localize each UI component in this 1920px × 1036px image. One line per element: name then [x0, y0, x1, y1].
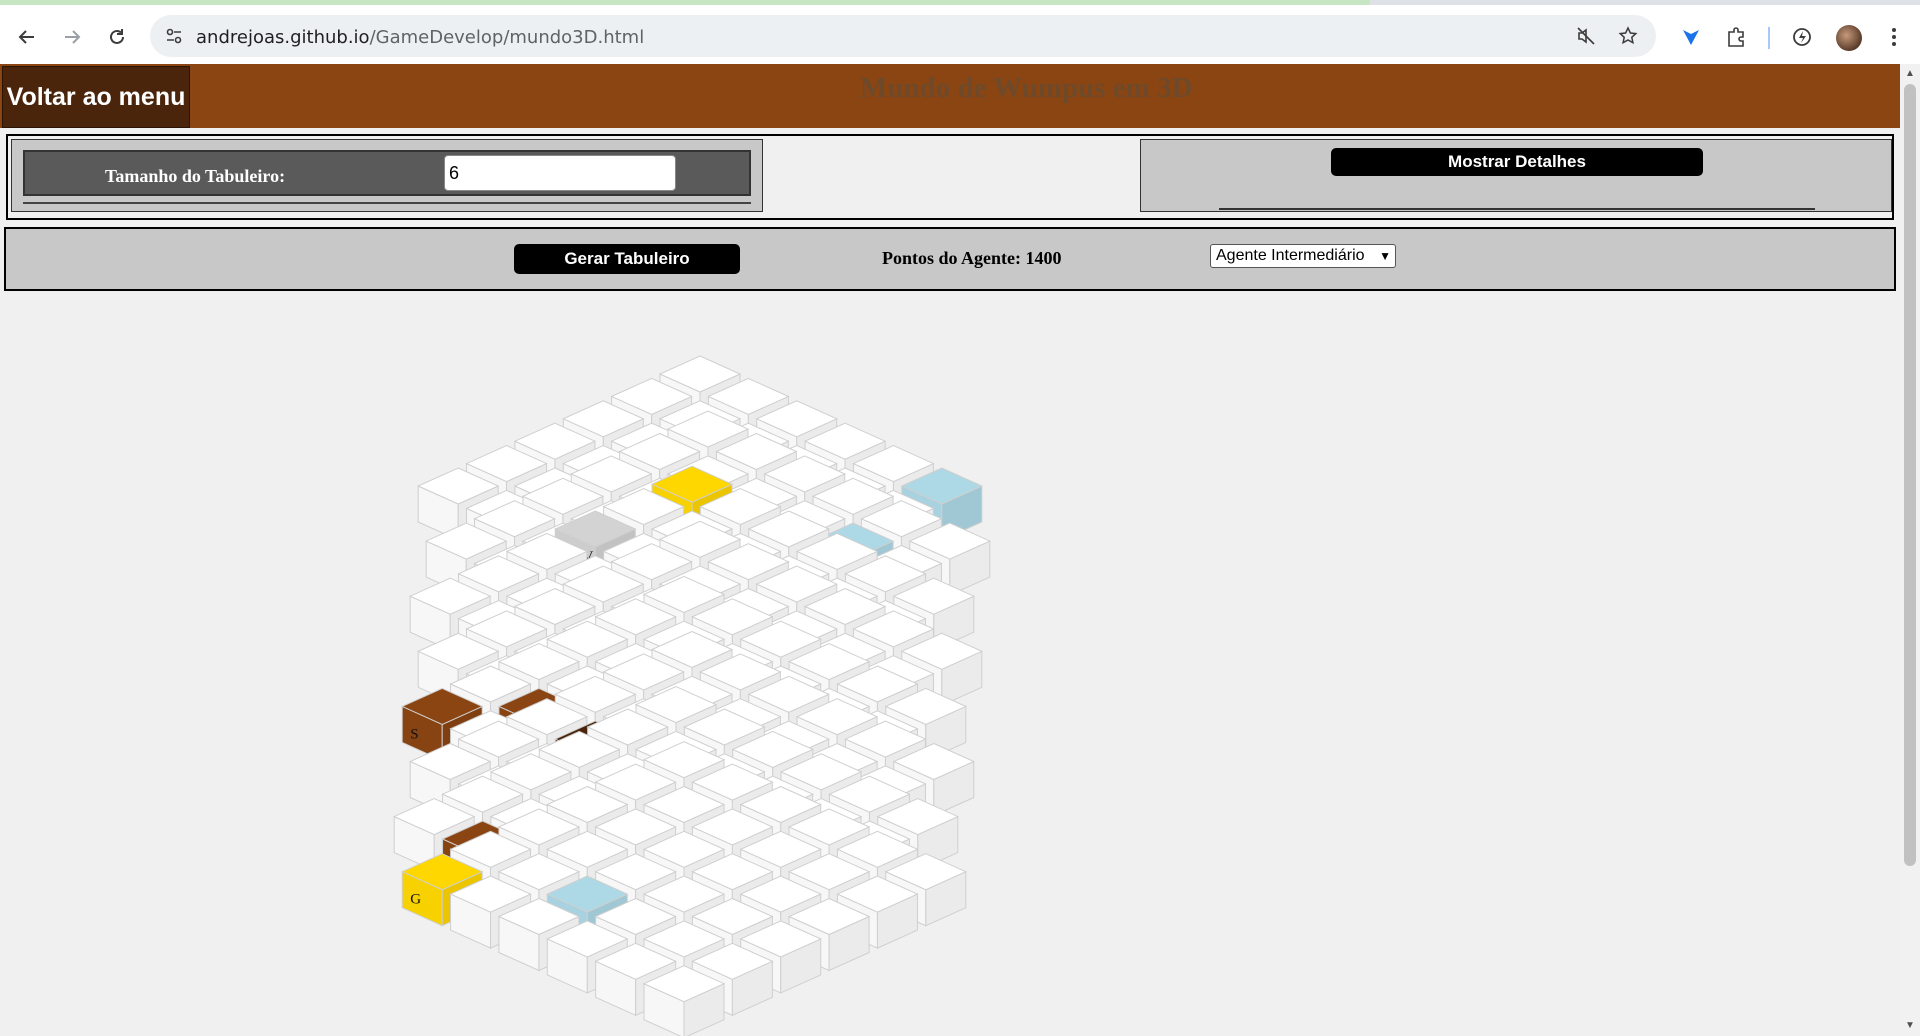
- site-info-icon[interactable]: [162, 24, 186, 48]
- page-viewport: BBGAFVBGBSSSBBSGB Voltar ao menu Mundo d…: [0, 64, 1900, 1036]
- board-cell-wumpus-label: S: [410, 726, 418, 742]
- board-cell-gold-label: G: [410, 892, 421, 908]
- page-title: Mundo de Wumpus em 3D: [860, 72, 1193, 104]
- agent-type-selected: Agente Intermediário: [1216, 247, 1365, 264]
- back-icon[interactable]: [12, 22, 42, 52]
- bookmark-star-icon[interactable]: [1616, 24, 1640, 48]
- scroll-thumb[interactable]: [1904, 84, 1916, 866]
- divider: [1219, 208, 1815, 210]
- board-size-panel: Tamanho do Tabuleiro: 6: [11, 139, 763, 212]
- board-size-label: Tamanho do Tabuleiro:: [105, 166, 286, 186]
- controls-row: Gerar Tabuleiro Pontos do Agente: 1400 A…: [4, 227, 1896, 291]
- page-header: Voltar ao menu Mundo de Wumpus em 3D: [0, 64, 1900, 128]
- menu-kebab-icon[interactable]: [1880, 23, 1908, 51]
- toolbar-divider: [1768, 27, 1770, 49]
- address-bar[interactable]: andrejoas.github.io/GameDevelop/mundo3D.…: [150, 15, 1656, 57]
- divider: [23, 202, 751, 204]
- generate-board-button[interactable]: Gerar Tabuleiro: [514, 244, 740, 274]
- extension-shield-icon[interactable]: [1677, 23, 1705, 51]
- browser-toolbar: andrejoas.github.io/GameDevelop/mundo3D.…: [0, 5, 1920, 64]
- scroll-down-icon[interactable]: ▼: [1904, 1020, 1916, 1032]
- url-text: andrejoas.github.io/GameDevelop/mundo3D.…: [196, 27, 645, 48]
- mute-icon[interactable]: [1574, 24, 1598, 48]
- agent-score: Pontos do Agente: 1400: [882, 248, 1062, 268]
- reload-icon[interactable]: [102, 22, 132, 52]
- profile-avatar[interactable]: [1836, 25, 1862, 51]
- extensions-puzzle-icon[interactable]: [1722, 23, 1750, 51]
- settings-row: Tamanho do Tabuleiro: 6 Mostrar Detalhes: [6, 134, 1894, 220]
- agent-type-select[interactable]: Agente Intermediário ▼: [1210, 244, 1396, 268]
- board-size-input[interactable]: 6: [444, 155, 676, 191]
- chevron-down-icon: ▼: [1379, 249, 1391, 263]
- forward-icon[interactable]: [57, 22, 87, 52]
- details-panel: Mostrar Detalhes: [1140, 139, 1892, 212]
- board-size-box: Tamanho do Tabuleiro: 6: [23, 150, 751, 196]
- show-details-button[interactable]: Mostrar Detalhes: [1331, 148, 1703, 176]
- performance-icon[interactable]: [1788, 23, 1816, 51]
- page-scrollbar[interactable]: ▲ ▼: [1900, 64, 1920, 1036]
- scroll-up-icon[interactable]: ▲: [1904, 68, 1916, 80]
- back-to-menu-button[interactable]: Voltar ao menu: [2, 66, 190, 128]
